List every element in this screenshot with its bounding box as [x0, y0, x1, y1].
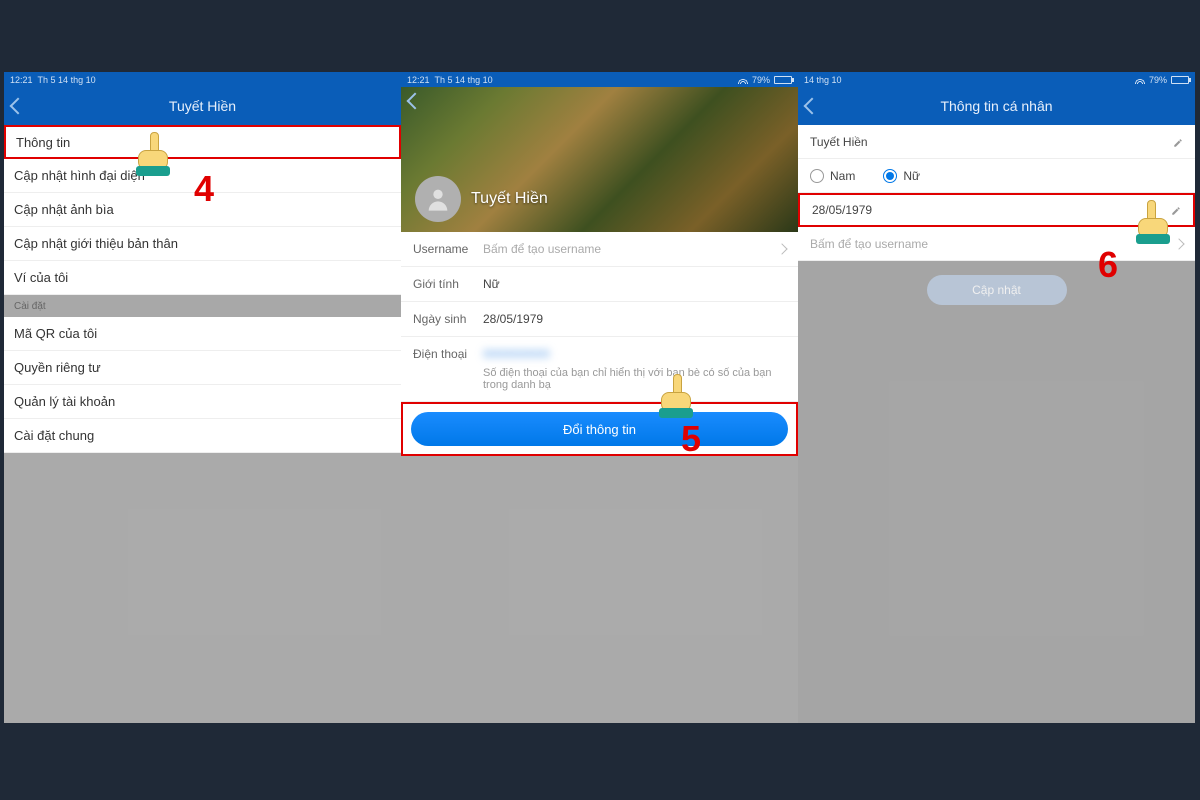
row-username[interactable]: Username Bấm để tạo username	[401, 232, 798, 267]
wifi-icon	[738, 76, 748, 84]
display-name: Tuyết Hiền	[471, 190, 548, 208]
cover-photo: Tuyết Hiền	[401, 87, 798, 232]
radio-male[interactable]	[810, 169, 824, 183]
status-bar: 14 thg 10 79%	[798, 72, 1195, 87]
menu-account[interactable]: Quản lý tài khoản	[4, 385, 401, 419]
chevron-right-icon	[1173, 238, 1184, 249]
callout-number: 5	[681, 418, 701, 460]
panel-profile-info: 12:21 Th 5 14 thg 10 79% Tuyết Hiền User…	[401, 72, 798, 723]
back-icon[interactable]	[407, 93, 424, 110]
row-gender: Giới tính Nữ	[401, 267, 798, 302]
row-dob: Ngày sinh 28/05/1979	[401, 302, 798, 337]
navbar: Tuyết Hiền	[4, 87, 401, 125]
panel-edit-profile: 14 thg 10 79% Thông tin cá nhân Tuyết Hi…	[798, 72, 1195, 723]
back-icon[interactable]	[804, 98, 821, 115]
avatar[interactable]	[415, 176, 461, 222]
menu-bio[interactable]: Cập nhật giới thiệu bản thân	[4, 227, 401, 261]
back-icon[interactable]	[10, 98, 27, 115]
radio-female[interactable]	[883, 169, 897, 183]
pointer-icon	[1130, 200, 1174, 244]
menu-general[interactable]: Cài đặt chung	[4, 419, 401, 453]
page-title: Tuyết Hiền	[169, 98, 236, 114]
wifi-icon	[1135, 76, 1145, 84]
chevron-right-icon	[776, 243, 787, 254]
battery-icon	[774, 76, 792, 84]
pencil-icon	[1173, 137, 1183, 147]
panel-settings-menu: 12:21 Th 5 14 thg 10 Tuyết Hiền Thông ti…	[4, 72, 401, 723]
callout-number: 6	[1098, 244, 1118, 286]
row-phone: Điện thoại 0000000000 Số điện thoại của …	[401, 337, 798, 402]
phone-blurred: 0000000000	[483, 347, 786, 361]
edit-name-row[interactable]: Tuyết Hiền	[798, 125, 1195, 159]
callout-number: 4	[194, 168, 214, 210]
battery-icon	[1171, 76, 1189, 84]
update-button[interactable]: Cập nhật	[927, 275, 1067, 305]
edit-info-button[interactable]: Đổi thông tin	[411, 412, 788, 446]
navbar: Thông tin cá nhân	[798, 87, 1195, 125]
menu-privacy[interactable]: Quyền riêng tư	[4, 351, 401, 385]
page-title: Thông tin cá nhân	[940, 98, 1052, 114]
menu-qr[interactable]: Mã QR của tôi	[4, 317, 401, 351]
edit-info-wrap: Đổi thông tin	[401, 402, 798, 456]
pointer-icon	[655, 374, 699, 418]
section-settings: Cài đặt	[4, 295, 401, 317]
status-bar: 12:21 Th 5 14 thg 10	[4, 72, 401, 87]
status-bar: 12:21 Th 5 14 thg 10 79%	[401, 72, 798, 87]
menu-thong-tin[interactable]: Thông tin	[4, 125, 401, 159]
edit-gender-row[interactable]: Nam Nữ	[798, 159, 1195, 193]
pointer-icon	[132, 132, 176, 176]
menu-wallet[interactable]: Ví của tôi	[4, 261, 401, 295]
